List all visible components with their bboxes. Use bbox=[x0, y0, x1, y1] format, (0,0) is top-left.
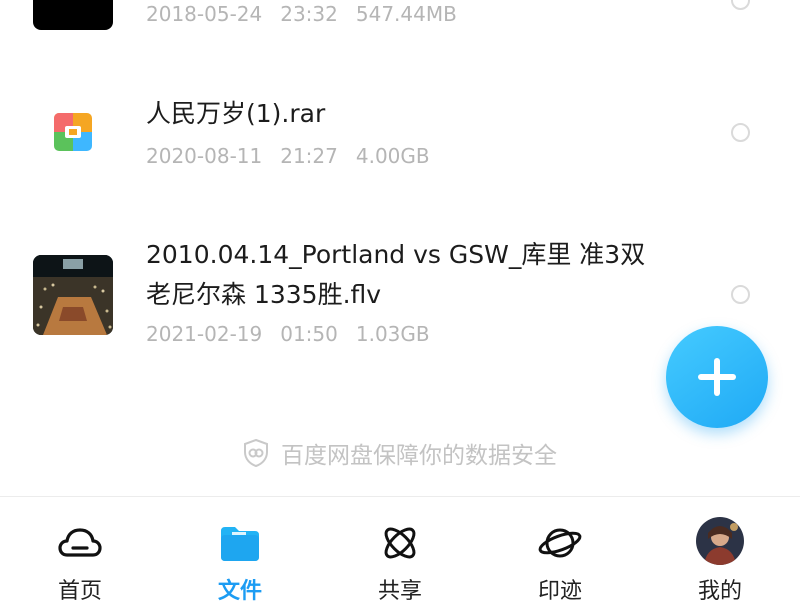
file-name-line-1: 2010.04.14_Portland vs GSW_库里 准3双 bbox=[146, 240, 646, 269]
file-meta: 2020-08-11 21:27 4.00GB bbox=[146, 144, 448, 168]
file-meta: 2021-02-19 01:50 1.03GB bbox=[146, 322, 448, 346]
file-time: 01:50 bbox=[280, 322, 338, 346]
avatar-icon bbox=[696, 517, 744, 565]
video-thumbnail-icon bbox=[33, 0, 113, 30]
tab-share[interactable]: 共享 bbox=[320, 497, 480, 604]
tab-label: 共享 bbox=[377, 579, 422, 604]
tab-footprint[interactable]: 印迹 bbox=[480, 497, 640, 604]
select-radio[interactable] bbox=[731, 123, 750, 142]
folder-icon bbox=[218, 521, 262, 565]
file-name-line-2: 老尼尔森 1335胜.flv bbox=[146, 280, 382, 309]
security-note: 百度网盘保障你的数据安全 bbox=[0, 436, 800, 472]
tab-label: 文件 bbox=[217, 579, 262, 604]
tab-mine[interactable]: 我的 bbox=[640, 497, 800, 604]
planet-icon bbox=[538, 521, 582, 565]
tab-label: 首页 bbox=[57, 579, 102, 604]
security-text: 百度网盘保障你的数据安全 bbox=[281, 443, 557, 469]
file-size: 547.44MB bbox=[355, 2, 457, 26]
file-size: 1.03GB bbox=[355, 322, 430, 346]
tab-label: 印迹 bbox=[537, 579, 582, 604]
shield-icon bbox=[243, 438, 269, 468]
file-date: 2018-05-24 bbox=[146, 2, 263, 26]
file-date: 2021-02-19 bbox=[146, 322, 263, 346]
file-row[interactable]: 人民万岁(1).rar 2020-08-11 21:27 4.00GB bbox=[0, 70, 800, 200]
file-meta: 2018-05-24 23:32 547.44MB bbox=[146, 2, 475, 26]
file-date: 2020-08-11 bbox=[146, 144, 263, 168]
select-radio[interactable] bbox=[731, 0, 750, 10]
tab-files[interactable]: 文件 bbox=[160, 497, 320, 604]
tab-home[interactable]: 首页 bbox=[0, 497, 160, 604]
file-name: 人民万岁(1).rar bbox=[146, 99, 326, 128]
bottom-tab-bar: 首页 文件 共享 印迹 我的 bbox=[0, 496, 800, 604]
file-time: 23:32 bbox=[280, 2, 338, 26]
file-row[interactable]: 2010.04.14_Portland vs GSW_库里 准3双 老尼尔森 1… bbox=[0, 225, 800, 355]
select-radio[interactable] bbox=[731, 285, 750, 304]
add-button[interactable] bbox=[666, 326, 768, 428]
file-time: 21:27 bbox=[280, 144, 338, 168]
cloud-home-icon bbox=[58, 521, 102, 565]
basketball-arena-thumbnail-icon bbox=[33, 255, 113, 335]
file-size: 4.00GB bbox=[355, 144, 430, 168]
archive-rar-icon bbox=[54, 113, 92, 151]
tab-label: 我的 bbox=[697, 579, 742, 604]
file-row[interactable]: 2018-05-24 23:32 547.44MB bbox=[0, 0, 800, 60]
atom-share-icon bbox=[378, 521, 422, 565]
